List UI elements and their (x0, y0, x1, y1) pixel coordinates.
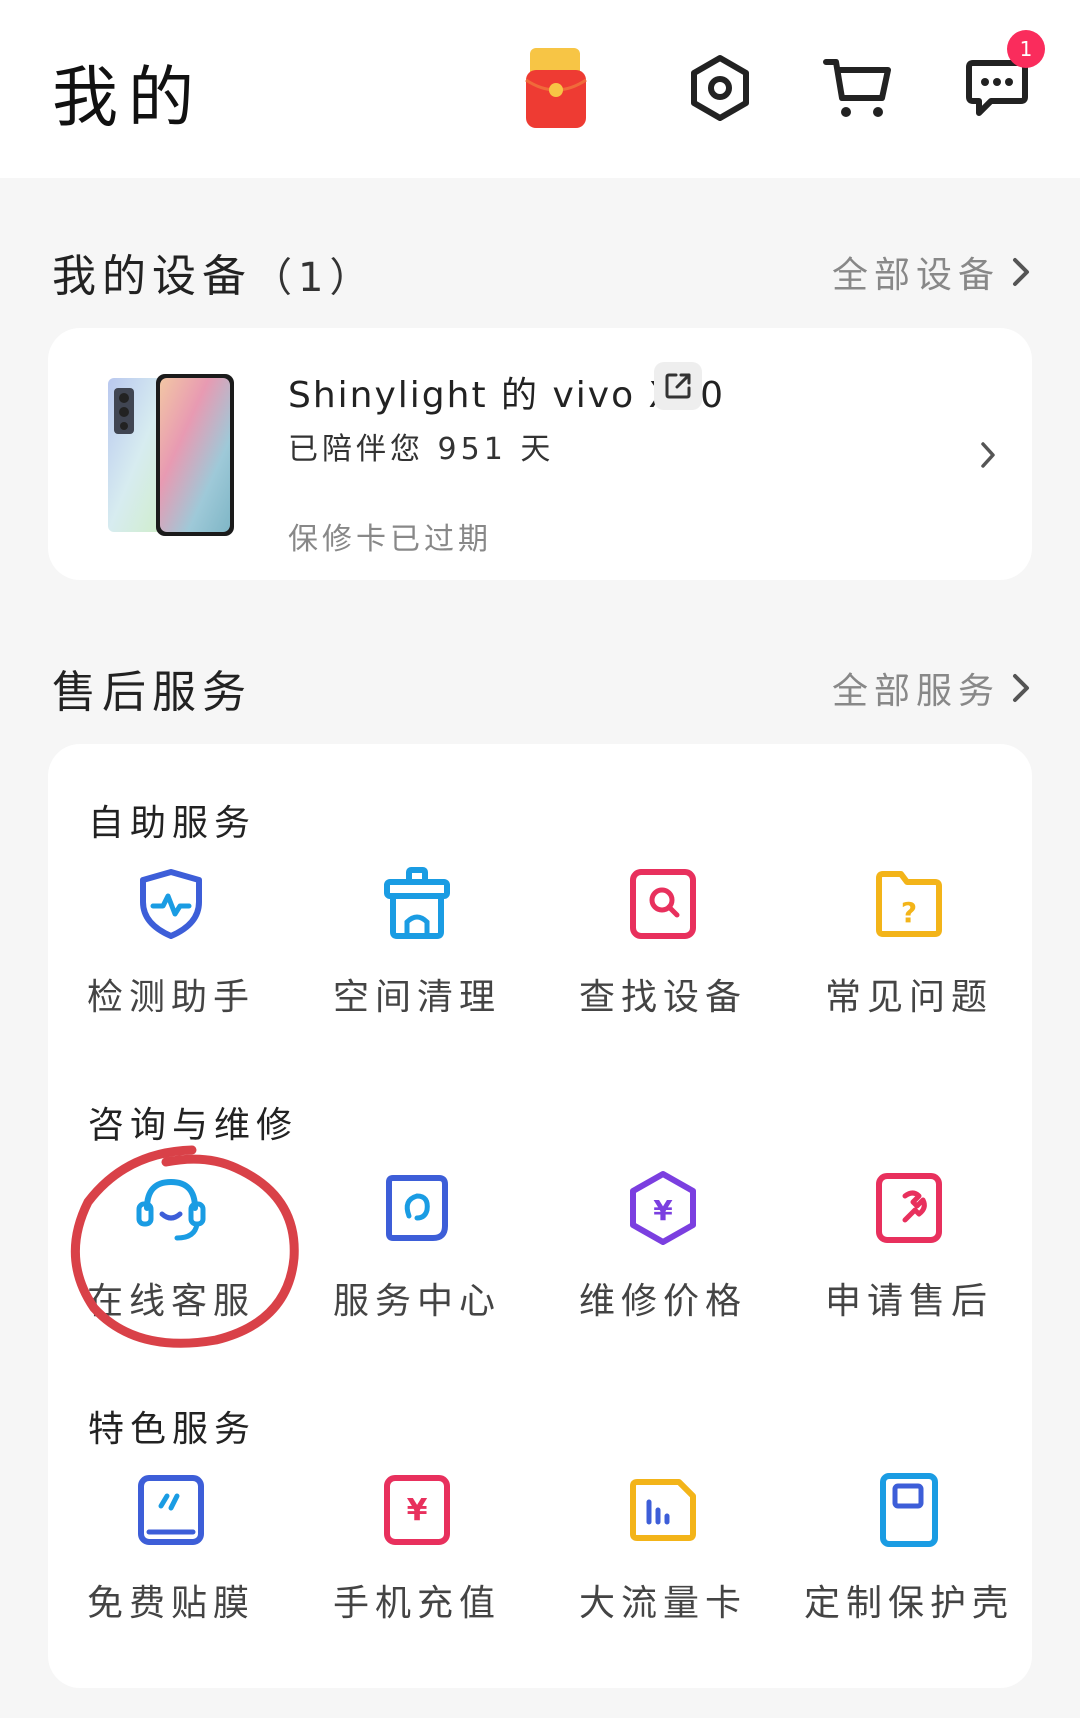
recharge-icon: ¥ (384, 1475, 450, 1545)
chevron-right-icon (1013, 258, 1029, 286)
phone-image (108, 374, 234, 536)
page-title: 我的 (52, 59, 204, 136)
all-devices-label: 全部设备 (831, 255, 1000, 296)
devices-section-header: 我的设备（1） 全部设备 (52, 240, 1032, 304)
all-devices-link[interactable]: 全部设备 (832, 246, 1032, 298)
data-card-icon (630, 1479, 696, 1541)
service-label: 查找设备 (578, 977, 747, 1018)
service-label: 在线客服 (86, 1281, 255, 1322)
warranty-status: 保修卡已过期 (288, 522, 492, 557)
messages-button[interactable]: 1 (955, 30, 1045, 130)
service-label: 定制保护壳 (803, 1583, 1014, 1624)
service-center-icon (386, 1175, 448, 1241)
self-service-row: 检测助手 空间清理 查找设备 ? 常见问题 (48, 866, 1032, 1046)
device-card[interactable]: Shinylight 的 vivo X70 已陪伴您 951 天 保修卡已过期 (48, 328, 1032, 580)
service-phone-recharge[interactable]: ¥ 手机充值 (294, 1472, 540, 1652)
find-device-icon (630, 869, 696, 939)
shield-pulse-icon (140, 869, 202, 939)
service-label: 服务中心 (332, 1281, 501, 1322)
consult-repair-row: 在线客服 服务中心 ¥ 维修价格 申请售后 (48, 1170, 1032, 1350)
service-label: 检测助手 (86, 977, 255, 1018)
special-service-row: 免费贴膜 ¥ 手机充值 大流量卡 定制保护壳 (48, 1472, 1032, 1652)
chevron-right-icon (1013, 674, 1029, 702)
group-label-consult-repair: 咨询与维修 (88, 1105, 299, 1146)
services-section-header: 售后服务 全部服务 (52, 656, 1032, 720)
cart-button[interactable] (816, 46, 900, 130)
service-find-device[interactable]: 查找设备 (540, 866, 786, 1046)
screen-film-icon (138, 1475, 204, 1545)
service-label: 维修价格 (578, 1281, 747, 1322)
top-header: 我的 1 (0, 0, 1080, 178)
all-services-link[interactable]: 全部服务 (832, 662, 1032, 714)
svg-text:?: ? (901, 896, 917, 929)
repair-price-icon: ¥ (630, 1171, 696, 1245)
service-label: 空间清理 (332, 977, 501, 1018)
message-badge: 1 (1007, 30, 1045, 68)
headset-icon (136, 1178, 206, 1241)
service-space-cleanup[interactable]: 空间清理 (294, 866, 540, 1046)
service-custom-case[interactable]: 定制保护壳 (786, 1472, 1032, 1652)
device-days-with-you: 已陪伴您 951 天 (288, 432, 555, 467)
cart-icon (823, 59, 891, 117)
service-label: 手机充值 (332, 1583, 501, 1624)
cleanup-icon (384, 867, 450, 939)
service-faq[interactable]: ? 常见问题 (786, 866, 1032, 1046)
settings-icon (691, 55, 749, 121)
settings-button[interactable] (678, 46, 762, 130)
external-link-icon (665, 373, 691, 399)
group-label-self-service: 自助服务 (88, 803, 257, 844)
service-service-center[interactable]: 服务中心 (294, 1170, 540, 1350)
group-label-special-service: 特色服务 (88, 1409, 257, 1450)
service-free-screen-film[interactable]: 免费贴膜 (48, 1472, 294, 1652)
service-apply-after-sales[interactable]: 申请售后 (786, 1170, 1032, 1350)
service-online-support[interactable]: 在线客服 (48, 1170, 294, 1350)
svg-text:¥: ¥ (653, 1194, 673, 1227)
red-packet-button[interactable] (520, 46, 592, 130)
wrench-icon (876, 1173, 942, 1243)
phone-case-icon (880, 1473, 938, 1547)
devices-title-text: 我的设备 (52, 251, 252, 302)
service-data-card[interactable]: 大流量卡 (540, 1472, 786, 1652)
service-label: 免费贴膜 (86, 1583, 255, 1624)
services-section-title: 售后服务 (52, 667, 252, 718)
svg-text:¥: ¥ (407, 1493, 428, 1528)
devices-count: （1） (252, 255, 376, 301)
open-external-button[interactable] (654, 362, 702, 410)
services-card: 自助服务 检测助手 空间清理 查找设备 ? 常见问题 咨询与维修 在线客服 服务… (48, 744, 1032, 1688)
service-label: 大流量卡 (578, 1583, 747, 1624)
faq-folder-icon: ? (876, 871, 942, 937)
devices-section-title: 我的设备（1） (52, 240, 375, 304)
service-detect-assistant[interactable]: 检测助手 (48, 866, 294, 1046)
service-label: 申请售后 (824, 1281, 993, 1322)
service-repair-price[interactable]: ¥ 维修价格 (540, 1170, 786, 1350)
red-packet-icon (525, 48, 587, 128)
chevron-right-icon (981, 442, 995, 468)
service-label: 常见问题 (824, 977, 993, 1018)
all-services-label: 全部服务 (831, 671, 1000, 712)
